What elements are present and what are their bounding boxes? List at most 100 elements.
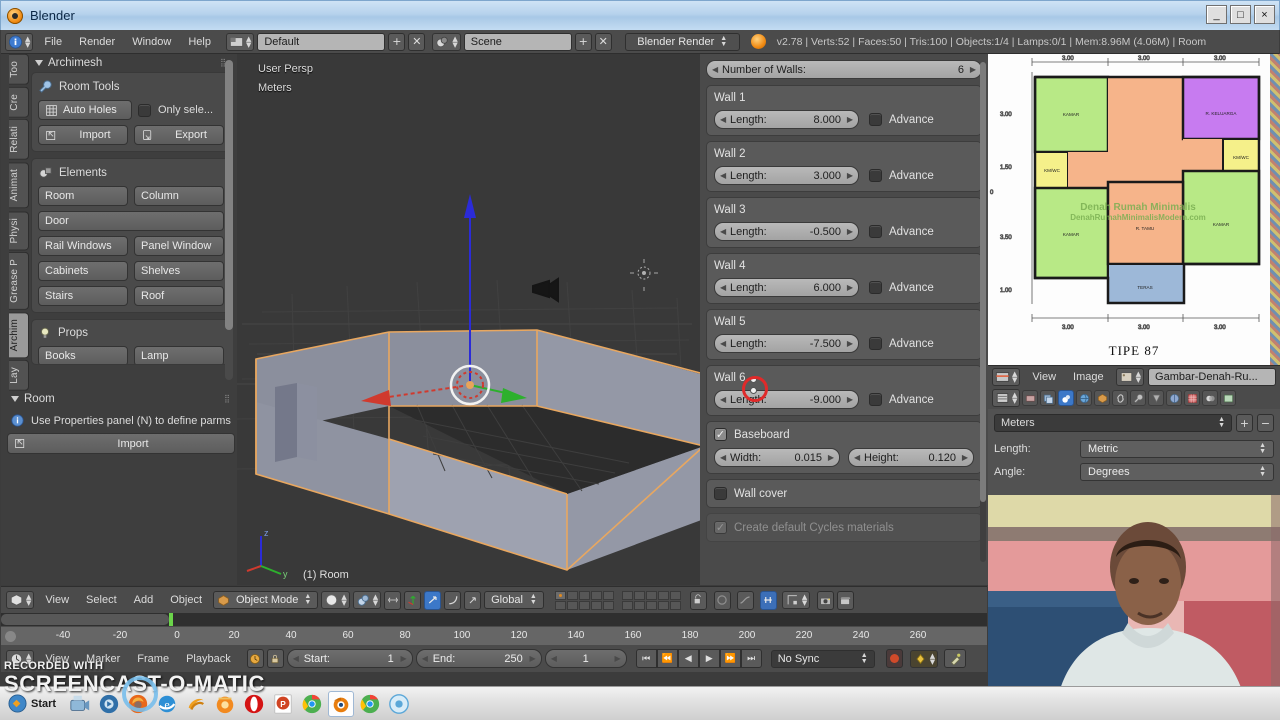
layer-cell[interactable]	[645, 600, 657, 610]
screen-layout-name[interactable]: Default	[257, 32, 386, 51]
snap-element-selector[interactable]: ▲ ▼	[781, 591, 811, 609]
wall-length-field[interactable]: ◀ Length: 6.000 ▶	[714, 278, 859, 297]
manipulator-translate-icon[interactable]	[404, 590, 422, 610]
start-button[interactable]: Start	[4, 692, 64, 715]
powerpoint-icon[interactable]: P	[270, 691, 296, 717]
add-screen-button[interactable]: +	[388, 32, 406, 51]
sunrise-browser-icon[interactable]	[212, 691, 238, 717]
modifiers-icon[interactable]	[1130, 390, 1147, 406]
chevron-right-icon[interactable]: ▶	[615, 654, 621, 663]
record-icon[interactable]	[885, 649, 903, 668]
chevron-left-icon[interactable]: ◀	[720, 339, 726, 348]
manipulator-rotate-icon[interactable]	[424, 590, 442, 610]
rail-windows-button[interactable]: Rail Windows	[38, 236, 128, 256]
menu-window[interactable]: Window	[124, 34, 179, 50]
editor-type-selector-info[interactable]: ▲ ▼	[5, 32, 34, 51]
previous-keyframe-button[interactable]: ⏪	[656, 649, 678, 668]
transform-manipulator-icon[interactable]	[464, 590, 482, 610]
image-menu-view[interactable]: View	[1024, 369, 1064, 385]
constraints-icon[interactable]	[1112, 390, 1129, 406]
firefox-icon[interactable]	[125, 691, 151, 717]
layer-cell[interactable]	[645, 590, 657, 600]
wall-advance-checkbox[interactable]: Advance	[869, 337, 974, 350]
lamp-button[interactable]: Lamp	[134, 346, 224, 364]
layer-cell[interactable]	[554, 600, 566, 610]
layer-cell[interactable]	[590, 600, 602, 610]
wall-advance-checkbox[interactable]: Advance	[869, 393, 974, 406]
object-icon[interactable]	[1094, 390, 1111, 406]
proportional-edit-icon[interactable]	[713, 590, 731, 610]
render-engine-selector[interactable]: Blender Render ▲ ▼	[624, 32, 740, 51]
layer-cell[interactable]	[669, 590, 681, 600]
image-menu-image[interactable]: Image	[1065, 369, 1112, 385]
transform-orientation-selector[interactable]: Global ▲ ▼	[484, 591, 544, 609]
chevron-right-icon[interactable]: ▶	[828, 453, 834, 462]
roof-button[interactable]: Roof	[134, 286, 224, 306]
chevron-right-icon[interactable]: ▶	[847, 339, 853, 348]
chevron-right-icon[interactable]: ▶	[847, 227, 853, 236]
idm-icon[interactable]	[183, 691, 209, 717]
viewport-render-icon[interactable]	[837, 590, 855, 610]
timeline-menu-frame[interactable]: Frame	[129, 651, 177, 667]
panel-window-button[interactable]: Panel Window	[134, 236, 224, 256]
remove-unit-button[interactable]: −	[1257, 414, 1274, 432]
jump-to-start-button[interactable]: ⏮	[635, 649, 657, 668]
add-unit-button[interactable]: +	[1236, 414, 1253, 432]
layer-cell[interactable]	[657, 590, 669, 600]
chevron-right-icon[interactable]: ▶	[401, 654, 407, 663]
editor-type-selector-image[interactable]: ▲ ▼	[992, 367, 1021, 386]
layer-cell[interactable]	[621, 600, 633, 610]
viewport-shading-selector[interactable]: ▲ ▼	[321, 591, 350, 609]
chevron-left-icon[interactable]: ◀	[293, 654, 299, 663]
column-button[interactable]: Column	[134, 186, 224, 206]
preview-range-icon[interactable]	[246, 649, 264, 668]
world-icon[interactable]	[1076, 390, 1093, 406]
sidebar-item-grease-pencil[interactable]: Grease P	[9, 252, 29, 310]
chevron-left-icon[interactable]: ◀	[422, 654, 428, 663]
editor-type-selector-3dview[interactable]: ▲ ▼	[6, 591, 35, 609]
baseboard-width-field[interactable]: ◀ Width: 0.015 ▶	[714, 448, 840, 467]
chevron-left-icon[interactable]: ◀	[720, 171, 726, 180]
menu-render[interactable]: Render	[71, 34, 123, 50]
chevron-left-icon[interactable]: ◀	[720, 453, 726, 462]
timeline-menu-marker[interactable]: Marker	[78, 651, 128, 667]
layer-cell[interactable]	[633, 600, 645, 610]
archimesh-panel-header[interactable]: Archimesh ⣿	[31, 54, 231, 72]
scene-icon[interactable]	[1058, 390, 1075, 406]
disc-icon[interactable]	[386, 691, 412, 717]
interaction-mode-selector[interactable]: Object Mode ▲ ▼	[213, 591, 319, 609]
number-of-walls-field[interactable]: ◀ Number of Walls: 6 ▶	[706, 60, 982, 79]
menu-file[interactable]: File	[36, 34, 70, 50]
layer-cell[interactable]	[578, 600, 590, 610]
close-button[interactable]: ×	[1254, 5, 1275, 24]
sidebar-item-layers[interactable]: Lay	[9, 360, 29, 391]
texture-icon[interactable]	[1220, 390, 1237, 406]
opera-icon[interactable]	[241, 691, 267, 717]
scene-selector[interactable]: ▲ ▼	[432, 32, 461, 51]
editor-type-selector-timeline[interactable]: ▲ ▼	[6, 649, 35, 668]
scrollbar-thumb[interactable]	[225, 60, 233, 330]
scrollbar-thumb[interactable]	[1, 614, 169, 625]
sidebar-item-archimesh[interactable]: Archim	[9, 311, 29, 359]
sync-mode-selector[interactable]: No Sync ▲ ▼	[770, 649, 875, 668]
wall-advance-checkbox[interactable]: Advance	[869, 169, 974, 182]
sidebar-item-relations[interactable]: Relati	[9, 119, 29, 161]
layer-cell[interactable]	[669, 600, 681, 610]
timeline-ruler[interactable]: -40 -20 0 20 40 60 80 100 120 140 160 18…	[1, 626, 987, 645]
scene-layers-group-1[interactable]	[554, 590, 614, 610]
sidebar-item-animation[interactable]: Animat	[9, 162, 29, 209]
3d-viewport[interactable]: User Persp Meters z y (1) Room	[237, 54, 700, 585]
chevron-left-icon[interactable]: ◀	[720, 283, 726, 292]
proportional-falloff-icon[interactable]	[736, 590, 754, 610]
scrollbar-thumb[interactable]	[980, 62, 986, 502]
render-icon[interactable]	[1022, 390, 1039, 406]
chevron-left-icon[interactable]: ◀	[551, 654, 557, 663]
next-keyframe-button[interactable]: ⏩	[719, 649, 741, 668]
scene-layers-group-2[interactable]	[621, 590, 681, 610]
chevron-right-icon[interactable]: ▶	[847, 115, 853, 124]
minimize-button[interactable]: _	[1206, 5, 1227, 24]
wall-length-field[interactable]: ◀ Length: -9.000 ▶	[714, 390, 859, 409]
chevron-left-icon[interactable]: ◀	[712, 65, 718, 74]
room-import-button[interactable]: Import	[7, 433, 235, 454]
wall-length-field[interactable]: ◀ Length: 3.000 ▶	[714, 166, 859, 185]
